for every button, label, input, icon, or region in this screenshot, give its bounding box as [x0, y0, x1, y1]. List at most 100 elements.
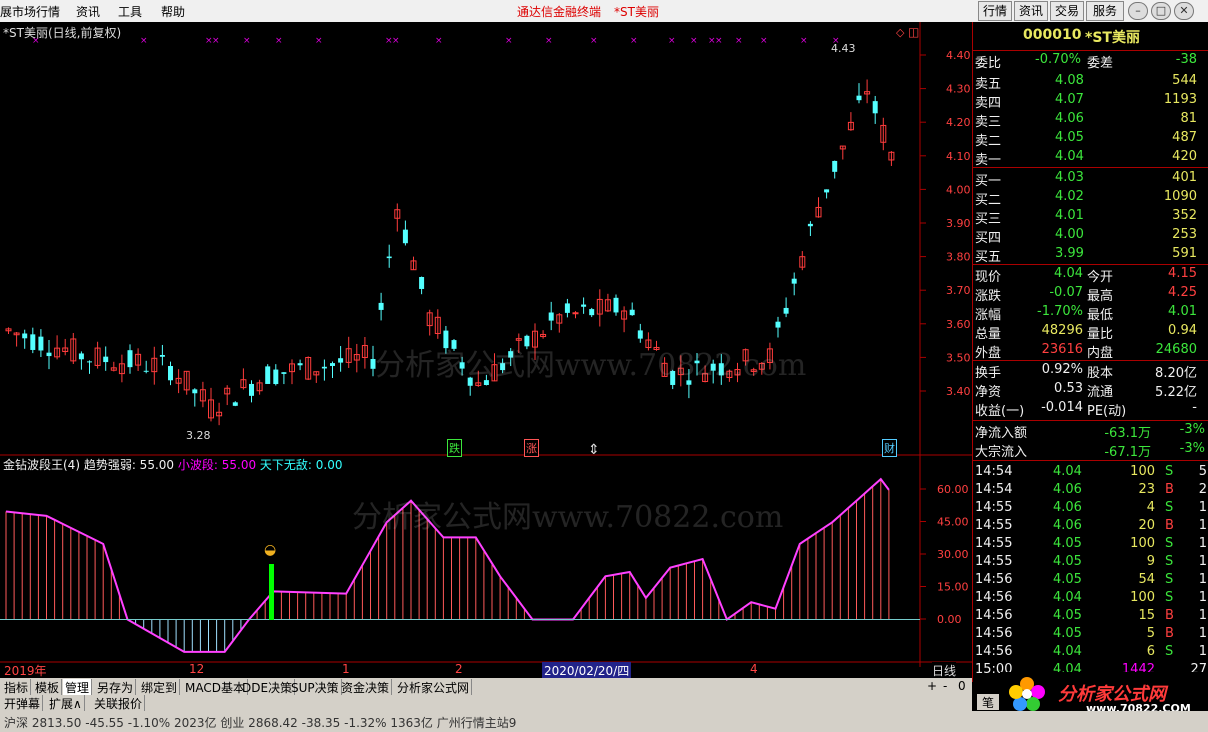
- stat-label: 总量: [975, 327, 1002, 342]
- stat-value: 24680: [1155, 342, 1197, 357]
- close-icon[interactable]: ✕: [1174, 2, 1194, 20]
- menu-tools[interactable]: 工具: [118, 3, 142, 20]
- candle-body: [419, 277, 425, 289]
- flow-label: 净流入额: [975, 426, 1028, 441]
- status-bar: 沪深 2813.50 -45.55 -1.10% 2023亿 创业 2868.4…: [0, 711, 1208, 732]
- menu-market[interactable]: 展市场行情: [0, 3, 60, 20]
- event-markers: × × × × × × × × × × × × × × × × × × × × × ×: [32, 36, 840, 46]
- tick-time: 14:55: [975, 518, 1013, 533]
- event-mark-icon: ×: [140, 36, 148, 46]
- indicator-tick-label: 30.00: [937, 548, 969, 561]
- stat-value: -0.07: [1049, 285, 1083, 300]
- stat-label: 涨幅: [975, 308, 1002, 323]
- tab-template[interactable]: 模板: [33, 679, 63, 696]
- tick-time: 14:56: [975, 626, 1013, 641]
- candle-body: [103, 356, 109, 363]
- candle-body: [321, 366, 327, 369]
- tab-sup[interactable]: SUP决策: [289, 679, 342, 696]
- maximize-icon[interactable]: □: [1151, 2, 1171, 20]
- marker-zhang[interactable]: 涨: [524, 439, 539, 457]
- tab-macd[interactable]: MACD基本: [183, 679, 248, 696]
- price-tick-label: 4.20: [946, 116, 971, 129]
- tick-side: S: [1165, 590, 1174, 605]
- panel-toggle-icon[interactable]: ◫: [908, 25, 919, 39]
- tick-count: 1: [1198, 590, 1207, 605]
- sell-level-label: 卖二: [975, 134, 1002, 149]
- tab-dde[interactable]: DDE决策: [240, 679, 296, 696]
- tab-formula-site[interactable]: 分析家公式网: [395, 679, 473, 696]
- candle-body: [330, 363, 335, 366]
- period-label[interactable]: 日线: [932, 662, 957, 679]
- tab-related-quote[interactable]: 关联报价: [92, 695, 146, 712]
- candle-body: [807, 223, 813, 227]
- tab-save-as[interactable]: 另存为: [95, 679, 137, 696]
- price-axis: 4.40 4.30 4.20 4.10 4.00 3.90 3.80 3.70 3.60 3.50…: [920, 49, 971, 398]
- marker-die[interactable]: 跌: [447, 439, 462, 457]
- buy-level-label: 买五: [975, 250, 1002, 265]
- tab-capital[interactable]: 资金决策: [339, 679, 393, 696]
- quote-button[interactable]: 行情: [978, 1, 1012, 21]
- candle-body: [192, 389, 198, 394]
- sell-row: 卖二 4.05 487: [973, 129, 1208, 149]
- site-logo: 分析家公式网 www.70822.COM: [1000, 672, 1208, 715]
- stat-value: -0.014: [1041, 400, 1083, 415]
- tick-price: 4.05: [1053, 554, 1082, 569]
- tick-count: 1: [1198, 644, 1207, 659]
- price-tick-label: 4.00: [946, 183, 971, 196]
- buy-price: 3.99: [1055, 246, 1084, 261]
- stat-value: 0.92%: [1041, 362, 1083, 377]
- menu-news[interactable]: 资讯: [76, 3, 100, 20]
- stat-value: 4.25: [1168, 285, 1197, 300]
- event-mark-icon: ×: [760, 36, 768, 46]
- tick-count: 5: [1198, 464, 1207, 479]
- sell-row: 卖三 4.06 81: [973, 110, 1208, 130]
- stat-label: 换手: [975, 366, 1002, 381]
- diamond-icon[interactable]: ◇: [896, 26, 904, 39]
- sell-level-label: 卖三: [975, 115, 1002, 130]
- tick-price: 4.05: [1053, 626, 1082, 641]
- buy-row: 买四 4.00 253: [973, 226, 1208, 246]
- tab-trades[interactable]: 笔: [977, 694, 999, 710]
- tab-indicator[interactable]: 指标: [2, 679, 32, 696]
- tick-time: 14:56: [975, 644, 1013, 659]
- tick-row: 14:55 4.05 9 S 1: [973, 553, 1208, 572]
- tick-time: 14:56: [975, 608, 1013, 623]
- buy-level-label: 买二: [975, 193, 1002, 208]
- buy-level-label: 买一: [975, 174, 1002, 189]
- buy-level-label: 买三: [975, 212, 1002, 227]
- minimize-icon[interactable]: –: [1128, 2, 1148, 20]
- buy-price: 4.03: [1055, 170, 1084, 185]
- candle-body: [872, 101, 878, 114]
- tick-time: 14:55: [975, 500, 1013, 515]
- tick-side: S: [1165, 464, 1174, 479]
- sell-volume: 420: [1172, 149, 1197, 164]
- tab-manage[interactable]: 管理: [63, 679, 93, 696]
- watermark-top: 分析家公式网www.70822.com: [375, 348, 807, 383]
- tab-bind[interactable]: 绑定到: [139, 679, 181, 696]
- stat-value: 4.15: [1168, 266, 1197, 281]
- marker-cai[interactable]: 财: [882, 439, 897, 457]
- zoom-reset-button[interactable]: 0: [956, 679, 968, 693]
- buy-volume: 401: [1172, 170, 1197, 185]
- zoom-out-button[interactable]: -: [941, 679, 949, 693]
- tick-side: S: [1165, 554, 1174, 569]
- chart-header: *ST美丽(日线,前复权): [3, 26, 122, 40]
- tick-count: 1: [1198, 536, 1207, 551]
- tab-danmaku[interactable]: 开弹幕: [2, 695, 44, 712]
- tick-side: S: [1165, 500, 1174, 515]
- zoom-in-button[interactable]: +: [925, 679, 939, 693]
- trade-button[interactable]: 交易: [1050, 1, 1084, 21]
- tick-row: 14:56 4.05 54 S 1: [973, 571, 1208, 590]
- buy-level-label: 买四: [975, 231, 1002, 246]
- quote-panel: 000010 *ST美丽 委比 -0.70% 委差 -38 卖五 4.08 544 卖…: [972, 22, 1208, 710]
- sell-price: 4.07: [1055, 92, 1084, 107]
- tick-count: 1: [1198, 518, 1207, 533]
- chart-area[interactable]: 4.40 4.30 4.20 4.10 4.00 3.90 3.80 3.70 3.60 3.50…: [0, 22, 972, 679]
- gold-ingot-icon: ◒: [264, 542, 277, 558]
- event-mark-icon: ×: [800, 36, 808, 46]
- service-button[interactable]: 服务: [1086, 1, 1124, 21]
- menu-help[interactable]: 帮助: [161, 3, 185, 20]
- news-button[interactable]: 资讯: [1014, 1, 1048, 21]
- tab-expand[interactable]: 扩展∧: [47, 695, 85, 712]
- price-tick-label: 3.70: [946, 284, 971, 297]
